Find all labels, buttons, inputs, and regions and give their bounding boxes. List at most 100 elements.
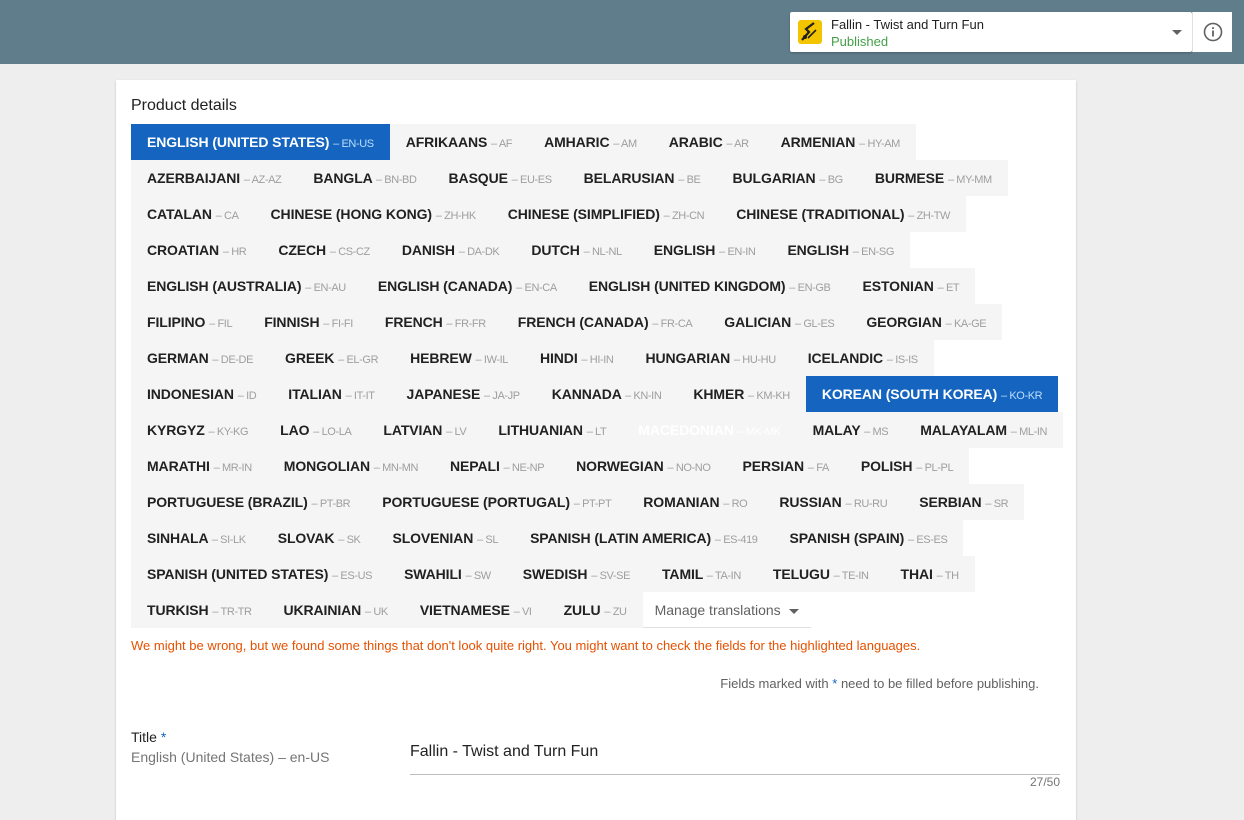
language-tab[interactable]: ENGLISH – en-IN xyxy=(637,232,772,268)
language-tab[interactable]: GALICIAN – gl-ES xyxy=(708,304,851,340)
language-tab[interactable]: UKRAINIAN – uk xyxy=(267,592,404,628)
language-tab[interactable]: GEORGIAN – ka-GE xyxy=(850,304,1003,340)
language-tab[interactable]: LITHUANIAN – lt xyxy=(482,412,623,448)
language-tab[interactable]: ICELANDIC – is-IS xyxy=(791,340,934,376)
language-tab[interactable]: TURKISH – tr-TR xyxy=(131,592,268,628)
language-name: HINDI xyxy=(540,350,578,366)
language-tab[interactable]: SERBIAN – sr xyxy=(903,484,1025,520)
info-button[interactable] xyxy=(1192,12,1232,52)
language-tab[interactable]: ENGLISH – en-SG xyxy=(771,232,910,268)
language-code: – id xyxy=(237,390,257,402)
language-name: SPANISH (SPAIN) xyxy=(789,530,905,546)
language-tab[interactable]: KANNADA – kn-IN xyxy=(535,376,678,412)
language-tab[interactable]: KYRGYZ – ky-KG xyxy=(131,412,265,448)
language-tab[interactable]: RUSSIAN – ru-RU xyxy=(763,484,904,520)
language-tab[interactable]: BELARUSIAN – be xyxy=(567,160,717,196)
language-tab[interactable]: ENGLISH (CANADA) – en-CA xyxy=(361,268,573,304)
language-tab[interactable]: PORTUGUESE (PORTUGAL) – pt-PT xyxy=(366,484,628,520)
title-input[interactable] xyxy=(410,736,1060,775)
language-tab[interactable]: CHINESE (HONG KONG) – zh-HK xyxy=(254,196,492,232)
language-tab[interactable]: SLOVENIAN – sl xyxy=(376,520,515,556)
manage-translations-dropdown[interactable]: Manage translations xyxy=(642,592,811,628)
language-tab[interactable]: ROMANIAN – ro xyxy=(627,484,764,520)
language-tab[interactable]: PERSIAN – fa xyxy=(726,448,845,484)
language-code: – sr xyxy=(985,498,1009,510)
required-note-text: Fields marked with xyxy=(720,676,829,691)
language-name: SLOVAK xyxy=(277,530,335,546)
language-tab[interactable]: SPANISH (LATIN AMERICA) – es-419 xyxy=(514,520,774,556)
language-tab[interactable]: CHINESE (SIMPLIFIED) – zh-CN xyxy=(491,196,721,232)
language-tab[interactable]: ARABIC – ar xyxy=(652,124,765,160)
language-name: KANNADA xyxy=(551,386,622,402)
language-tab[interactable]: INDONESIAN – id xyxy=(131,376,273,412)
language-tab[interactable]: SPANISH (SPAIN) – es-ES xyxy=(773,520,964,556)
language-tab[interactable]: TAMIL – ta-IN xyxy=(646,556,757,592)
language-tab[interactable]: DUTCH – nl-NL xyxy=(515,232,638,268)
language-tab[interactable]: FINNISH – fi-FI xyxy=(248,304,369,340)
language-tab[interactable]: MARATHI – mr-IN xyxy=(131,448,268,484)
language-tab[interactable]: AMHARIC – am xyxy=(528,124,653,160)
language-tab[interactable]: FRENCH (CANADA) – fr-CA xyxy=(501,304,709,340)
language-tab[interactable]: BASQUE – eu-ES xyxy=(432,160,568,196)
language-tab[interactable]: MALAYALAM – ml-IN xyxy=(904,412,1064,448)
language-name: ENGLISH (AUSTRALIA) xyxy=(147,278,302,294)
language-tab[interactable]: AFRIKAANS – af xyxy=(389,124,529,160)
language-code: – es-419 xyxy=(714,534,758,546)
language-tab[interactable]: BULGARIAN – bg xyxy=(716,160,859,196)
language-tab[interactable]: SWEDISH – sv-SE xyxy=(506,556,647,592)
language-tab[interactable]: ENGLISH (UNITED KINGDOM) – en-GB xyxy=(572,268,847,304)
language-tab[interactable]: ARMENIAN – hy-AM xyxy=(764,124,916,160)
language-tab[interactable]: BANGLA – bn-BD xyxy=(297,160,433,196)
language-name: MARATHI xyxy=(147,458,210,474)
language-tab[interactable]: FRENCH – fr-FR xyxy=(368,304,502,340)
language-code: – fi-FI xyxy=(323,318,353,330)
language-tab[interactable]: BURMESE – my-MM xyxy=(858,160,1008,196)
language-tab[interactable]: LATVIAN – lv xyxy=(367,412,483,448)
language-tab[interactable]: HINDI – hi-IN xyxy=(524,340,630,376)
language-tab[interactable]: SINHALA – si-LK xyxy=(131,520,262,556)
language-tab[interactable]: VIETNAMESE – vi xyxy=(403,592,548,628)
language-tab[interactable]: ESTONIAN – et xyxy=(846,268,976,304)
language-code: – te-IN xyxy=(833,570,869,582)
language-tab[interactable]: HEBREW – iw-IL xyxy=(394,340,524,376)
language-tab[interactable]: POLISH – pl-PL xyxy=(844,448,970,484)
language-tab[interactable]: CATALAN – ca xyxy=(131,196,255,232)
language-tab[interactable]: NORWEGIAN – no-NO xyxy=(560,448,727,484)
language-code: – my-MM xyxy=(947,174,992,186)
language-tab[interactable]: MACEDONIAN – mk-MK xyxy=(622,412,797,448)
language-tab[interactable]: GERMAN – de-DE xyxy=(131,340,270,376)
language-tab[interactable]: ENGLISH (UNITED STATES) – en-US xyxy=(131,124,390,160)
language-tab[interactable]: KOREAN (SOUTH KOREA) – ko-KR xyxy=(805,376,1059,412)
language-tab[interactable]: JAPANESE – ja-JP xyxy=(390,376,536,412)
language-tab[interactable]: ZULU – zu xyxy=(547,592,643,628)
language-tab[interactable]: MALAY – ms xyxy=(796,412,905,448)
language-code: – sl xyxy=(477,534,499,546)
language-name: ICELANDIC xyxy=(807,350,884,366)
language-tab[interactable]: ENGLISH (AUSTRALIA) – en-AU xyxy=(131,268,362,304)
chevron-down-icon[interactable] xyxy=(1172,30,1182,35)
language-tab[interactable]: CHINESE (TRADITIONAL) – zh-TW xyxy=(720,196,967,232)
language-tab[interactable]: NEPALI – ne-NP xyxy=(434,448,561,484)
app-picker[interactable]: Fallin - Twist and Turn Fun Published xyxy=(790,12,1192,52)
language-tab[interactable]: LAO – lo-LA xyxy=(264,412,368,448)
language-tab[interactable]: AZERBAIJANI – az-AZ xyxy=(131,160,298,196)
language-tab[interactable]: THAI – th xyxy=(884,556,975,592)
language-tab[interactable]: FILIPINO – fil xyxy=(131,304,249,340)
title-language: English (United States) – en-US xyxy=(131,749,330,765)
language-tab[interactable]: SWAHILI – sw xyxy=(388,556,507,592)
language-tab[interactable]: CROATIAN – hr xyxy=(131,232,263,268)
language-tab[interactable]: CZECH – cs-CZ xyxy=(262,232,386,268)
language-tab[interactable]: SPANISH (UNITED STATES) – es-US xyxy=(131,556,389,592)
language-tab[interactable]: HUNGARIAN – hu-HU xyxy=(629,340,792,376)
language-tab[interactable]: TELUGU – te-IN xyxy=(756,556,885,592)
language-tab[interactable]: GREEK – el-GR xyxy=(269,340,395,376)
language-tab[interactable]: PORTUGUESE (BRAZIL) – pt-BR xyxy=(131,484,367,520)
language-name: SLOVENIAN xyxy=(392,530,474,546)
language-tab[interactable]: KHMER – km-KH xyxy=(677,376,806,412)
language-tab[interactable]: ITALIAN – it-IT xyxy=(272,376,391,412)
language-tab[interactable]: MONGOLIAN – mn-MN xyxy=(267,448,435,484)
language-name: PORTUGUESE (BRAZIL) xyxy=(147,494,308,510)
language-tab[interactable]: DANISH – da-DK xyxy=(385,232,516,268)
language-name: CZECH xyxy=(278,242,327,258)
language-tab[interactable]: SLOVAK – sk xyxy=(261,520,377,556)
